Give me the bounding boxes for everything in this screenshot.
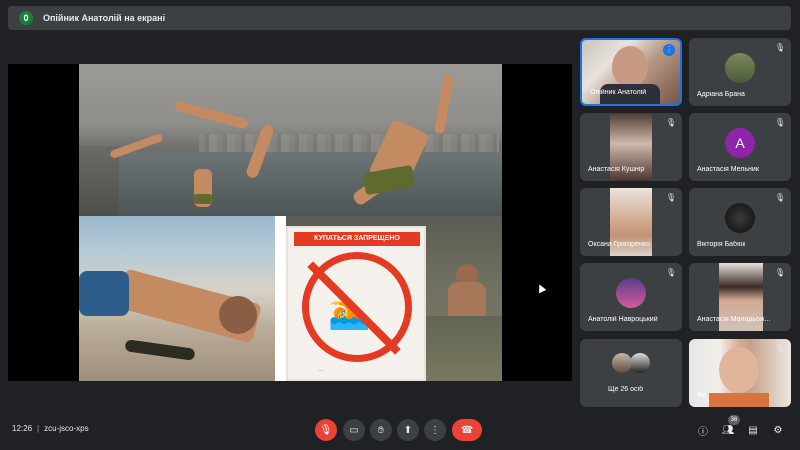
mic-off-icon: 🎙︎ bbox=[665, 118, 677, 127]
presentation-slide: КУПАТЬСЯ ЗАПРЕЩЕНО 🏊 .... bbox=[79, 64, 502, 381]
present-button[interactable]: ⬆ bbox=[397, 419, 419, 441]
participant-name: Анастасія Мельник bbox=[697, 166, 759, 173]
raise-hand-button[interactable]: ✋︎ bbox=[370, 419, 392, 441]
meeting-details-button[interactable]: ⓘ bbox=[695, 422, 711, 438]
meeting-time: 12:26 bbox=[12, 424, 33, 433]
no-swimming-sign: КУПАТЬСЯ ЗАПРЕЩЕНО 🏊 .... bbox=[286, 226, 426, 381]
participant-tile-melnyk[interactable]: А 🎙︎ Анастасія Мельник bbox=[689, 113, 791, 181]
presenting-banner: 0 Опійник Анатолій на екрані bbox=[8, 6, 791, 30]
slide-photo-drunk-man bbox=[79, 216, 275, 381]
meet-window: 0 Опійник Анатолій на екрані КУПАТЬСЯ ЗА… bbox=[0, 0, 800, 450]
info-icon: ⓘ bbox=[698, 426, 708, 438]
mic-off-icon: 🎙︎ bbox=[665, 193, 677, 202]
end-call-button[interactable]: ☎ bbox=[452, 419, 482, 441]
participant-tile-kushnir[interactable]: 🎙︎ Анастасія Кушнір bbox=[580, 113, 682, 181]
more-vert-icon: ⋮ bbox=[430, 424, 440, 436]
mouse-cursor bbox=[535, 282, 547, 294]
bottom-toolbar: 12:26 | zcu-jsco-xps 🎙︎ ▭ ✋︎ ⬆ ⋮ ☎ ⓘ 👥︎ ▤ bbox=[0, 410, 800, 450]
slide-photo-jumping bbox=[79, 64, 502, 216]
mic-off-icon: 🎙︎ bbox=[319, 424, 333, 436]
participant-name: Анастасія Молодьож... bbox=[697, 316, 771, 323]
participant-tile-opiinyk[interactable]: ⋮ Опійник Анатолій bbox=[580, 38, 682, 106]
chat-icon: ▤ bbox=[748, 424, 758, 436]
participant-name: Адріана Брана bbox=[697, 91, 745, 98]
mic-off-icon: 🎙︎ bbox=[774, 344, 786, 353]
speaking-indicator-icon: ⋮ bbox=[663, 44, 675, 56]
participant-name: Ви bbox=[697, 392, 706, 399]
participant-name: Оксана Григоренко bbox=[588, 241, 650, 248]
participant-tile-self[interactable]: 🎙︎ Ви bbox=[689, 339, 791, 407]
activities-icon: ⚙ bbox=[773, 424, 783, 436]
present-icon: ⬆ bbox=[403, 424, 413, 436]
people-icon: 👥︎ bbox=[721, 424, 735, 436]
sign-footnote: .... bbox=[318, 367, 324, 373]
raise-hand-icon: ✋︎ bbox=[378, 424, 384, 436]
participant-tile-adriana[interactable]: 🎙︎ Адріана Брана bbox=[689, 38, 791, 106]
avatar bbox=[725, 203, 755, 233]
mic-off-icon: 🎙︎ bbox=[774, 43, 786, 52]
participant-name: Анатолій Навроцький bbox=[588, 316, 658, 323]
presenting-text: Опійник Анатолій на екрані bbox=[43, 13, 166, 23]
more-participants-label: Ще 26 осіб bbox=[608, 386, 644, 393]
mic-off-icon: 🎙︎ bbox=[665, 268, 677, 277]
mic-off-icon: 🎙︎ bbox=[774, 193, 786, 202]
avatar bbox=[616, 278, 646, 308]
camera-toggle-button[interactable]: ▭ bbox=[343, 419, 365, 441]
presenting-badge: 0 bbox=[19, 11, 33, 25]
participant-tile-navrotskyi[interactable]: 🎙︎ Анатолій Навроцький bbox=[580, 263, 682, 331]
mic-off-icon: 🎙︎ bbox=[774, 268, 786, 277]
participant-name: Анастасія Кушнір bbox=[588, 166, 645, 173]
participant-tile-molodozh[interactable]: 🎙︎ Анастасія Молодьож... bbox=[689, 263, 791, 331]
participant-tile-babiuk[interactable]: 🎙︎ Вікторія Бабюк bbox=[689, 188, 791, 256]
camera-icon: ▭ bbox=[349, 424, 359, 436]
avatar bbox=[725, 53, 755, 83]
people-count-badge: 36 bbox=[728, 415, 740, 425]
more-options-button[interactable]: ⋮ bbox=[424, 419, 446, 441]
participant-name: Опійник Анатолій bbox=[590, 89, 647, 96]
slide-photo-no-swimming: КУПАТЬСЯ ЗАПРЕЩЕНО 🏊 .... bbox=[286, 216, 502, 381]
meeting-code: zcu-jsco-xps bbox=[44, 424, 89, 433]
sign-text: КУПАТЬСЯ ЗАПРЕЩЕНО bbox=[294, 232, 420, 246]
chat-button[interactable]: ▤ bbox=[745, 422, 761, 438]
avatar: А bbox=[725, 128, 755, 158]
meeting-info: 12:26 | zcu-jsco-xps bbox=[12, 424, 89, 433]
activities-button[interactable]: ⚙ bbox=[770, 422, 786, 438]
participant-tile-more[interactable]: Ще 26 осіб bbox=[580, 339, 682, 407]
mic-off-icon: 🎙︎ bbox=[774, 118, 786, 127]
participant-tile-hryhorenko[interactable]: 🎙︎ Оксана Григоренко bbox=[580, 188, 682, 256]
mic-toggle-button[interactable]: 🎙︎ bbox=[315, 419, 337, 441]
presentation-stage: КУПАТЬСЯ ЗАПРЕЩЕНО 🏊 .... bbox=[8, 64, 572, 381]
participant-name: Вікторія Бабюк bbox=[697, 241, 746, 248]
end-call-icon: ☎ bbox=[460, 424, 474, 436]
